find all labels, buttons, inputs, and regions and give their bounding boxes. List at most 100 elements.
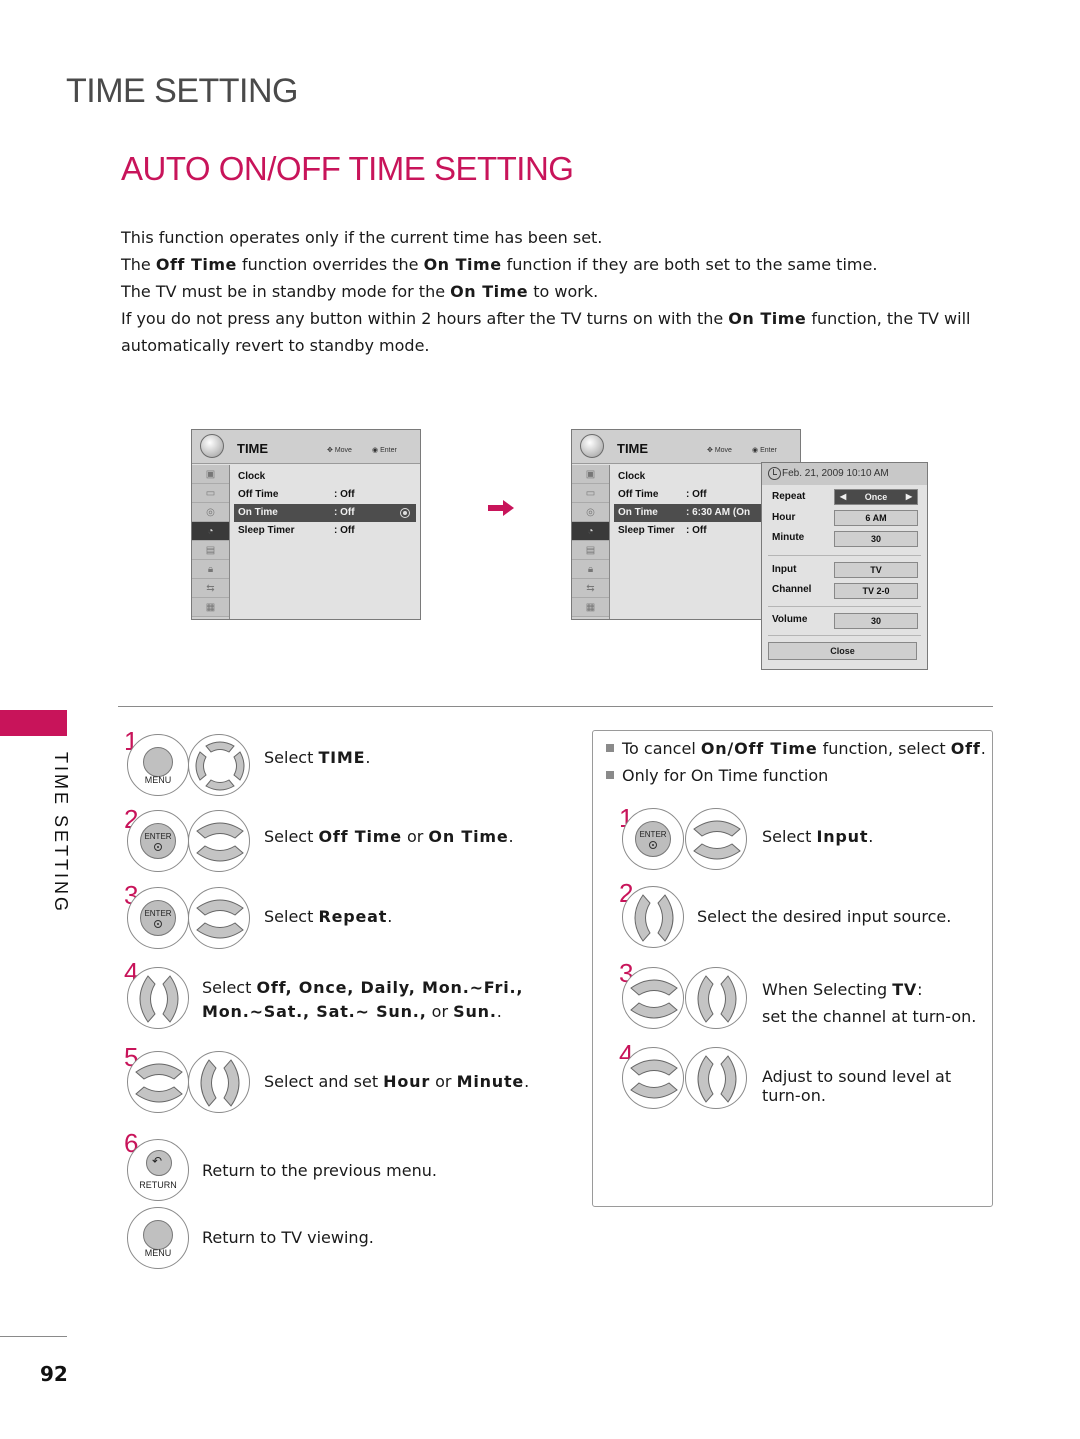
bold-text: Minute xyxy=(456,1072,525,1091)
picture-icon[interactable]: ▭ xyxy=(572,484,609,503)
lock-icon[interactable]: 🔒︎ xyxy=(572,560,609,579)
audio-icon[interactable]: ◎ xyxy=(192,503,229,522)
input-field[interactable]: TV xyxy=(834,562,918,578)
nav-4way-button[interactable] xyxy=(188,734,250,796)
text: When Selecting xyxy=(762,980,893,999)
input-icon[interactable]: ⇆ xyxy=(192,579,229,598)
menu-item-sleep-timer[interactable]: Sleep Timer: Off xyxy=(234,522,416,540)
return-button[interactable]: ↶ RETURN xyxy=(127,1139,189,1201)
item-label: On Time xyxy=(618,507,658,518)
text: . xyxy=(868,827,874,846)
left-right-arrows-icon xyxy=(634,894,674,942)
nav-left-right-button[interactable] xyxy=(622,886,684,948)
repeat-selector[interactable]: ◀ Once ▶ xyxy=(834,489,918,505)
item-value: : Off xyxy=(334,507,355,518)
minute-field[interactable]: 30 xyxy=(834,531,918,547)
nav-left-right-button[interactable] xyxy=(188,1051,250,1113)
picture-icon[interactable]: ▭ xyxy=(192,484,229,503)
divider xyxy=(768,555,921,556)
enter-dot-icon xyxy=(649,841,657,849)
button-caption: ENTER xyxy=(144,832,172,841)
text: function overrides the xyxy=(236,255,424,274)
nav-up-down-button[interactable] xyxy=(188,887,250,949)
text: . xyxy=(365,748,371,767)
channel-field[interactable]: TV 2-0 xyxy=(834,583,918,599)
bold-text: Mon.~Sat., Sat.~ Sun., xyxy=(202,1002,427,1021)
text-line: Mon.~Sat., Sat.~ Sun., or Sun.. xyxy=(202,1000,523,1024)
usb-icon[interactable]: ▦ xyxy=(192,598,229,617)
item-label: Off Time xyxy=(618,489,659,500)
option-icon[interactable]: ▤ xyxy=(192,541,229,560)
section-heading: TIME SETTING xyxy=(66,72,299,110)
button-caption: MENU xyxy=(144,1248,172,1258)
menu-item-off-time[interactable]: Off Time: Off xyxy=(234,486,416,504)
close-button[interactable]: Close xyxy=(768,642,917,660)
hour-field[interactable]: 6 AM xyxy=(834,510,918,526)
menu-item-clock[interactable]: Clock xyxy=(234,468,416,486)
footer-divider xyxy=(0,1336,67,1337)
note-item: To cancel On/Off Time function, select O… xyxy=(606,739,986,758)
nav-up-down-button[interactable] xyxy=(622,967,684,1029)
nav-left-right-button[interactable] xyxy=(685,967,747,1029)
channel-label: Channel xyxy=(772,584,812,595)
setup-icon[interactable]: ▣ xyxy=(192,465,229,484)
nav-up-down-button[interactable] xyxy=(622,1047,684,1109)
setup-icon[interactable]: ▣ xyxy=(572,465,609,484)
text: Select and set xyxy=(264,1072,384,1091)
nav-left-right-button[interactable] xyxy=(685,1047,747,1109)
up-down-arrows-icon xyxy=(630,979,678,1019)
time-icon[interactable]: ◔ xyxy=(192,522,229,541)
on-time-popup: Feb. 21, 2009 10:10 AM Repeat ◀ Once ▶ Hou… xyxy=(761,462,928,670)
audio-icon[interactable]: ◎ xyxy=(572,503,609,522)
current-datetime: Feb. 21, 2009 10:10 AM xyxy=(782,468,889,479)
nav-left-right-button[interactable] xyxy=(127,967,189,1029)
menu-item-on-time[interactable]: On Time: Off xyxy=(234,504,416,522)
enter-button[interactable]: ENTER xyxy=(127,887,189,949)
lock-icon[interactable]: 🔒︎ xyxy=(192,560,229,579)
arrow-right-icon[interactable]: ▶ xyxy=(906,490,912,504)
option-icon[interactable]: ▤ xyxy=(572,541,609,560)
text: function, select xyxy=(817,739,951,758)
item-label: Clock xyxy=(618,471,646,482)
text: or xyxy=(401,827,429,846)
menu-button[interactable]: MENU xyxy=(127,734,189,796)
item-label: Off Time xyxy=(238,489,279,500)
text: . xyxy=(980,739,986,758)
step-text: Return to the previous menu. xyxy=(202,1161,437,1180)
bold-text: TV xyxy=(892,980,918,999)
tv-menu-list: Clock Off Time: Off On Time: Off Sleep T… xyxy=(234,468,416,540)
item-label: Sleep Timer xyxy=(618,525,675,536)
bold-text: Off Time xyxy=(155,255,237,274)
menu-button[interactable]: MENU xyxy=(127,1207,189,1269)
text: The TV must be in standby mode for the xyxy=(121,282,451,301)
divider xyxy=(768,606,921,607)
volume-field[interactable]: 30 xyxy=(834,613,918,629)
move-label: Move xyxy=(334,447,352,454)
button-caption: MENU xyxy=(144,775,172,785)
button-caption: RETURN xyxy=(139,1180,177,1190)
text-line: Select Off, Once, Daily, Mon.~Fri., xyxy=(202,976,523,1000)
nav-up-down-button[interactable] xyxy=(188,810,250,872)
item-value: : 6:30 AM (On xyxy=(686,507,751,518)
input-icon[interactable]: ⇆ xyxy=(572,579,609,598)
hour-label: Hour xyxy=(772,512,796,523)
text: If you do not press any button within 2 … xyxy=(121,309,729,328)
text: Select xyxy=(264,827,319,846)
text: or xyxy=(426,1002,454,1021)
clock-icon xyxy=(768,467,781,480)
arrow-left-icon[interactable]: ◀ xyxy=(840,490,846,504)
nav-up-down-button[interactable] xyxy=(127,1051,189,1113)
button-face: ENTER xyxy=(140,823,176,859)
usb-icon[interactable]: ▦ xyxy=(572,598,609,617)
bullet-icon xyxy=(606,771,614,779)
intro-line: The TV must be in standby mode for the O… xyxy=(121,278,996,305)
bold-text: Sun. xyxy=(453,1002,497,1021)
enter-button[interactable]: ENTER xyxy=(127,810,189,872)
move-hint: ✥ Move xyxy=(707,446,732,454)
bold-text: Input xyxy=(816,827,869,846)
enter-button[interactable]: ENTER xyxy=(622,808,684,870)
text: . xyxy=(508,827,514,846)
nav-up-down-button[interactable] xyxy=(685,808,747,870)
time-icon[interactable]: ◔ xyxy=(572,522,609,541)
enter-dot-icon xyxy=(154,920,162,928)
